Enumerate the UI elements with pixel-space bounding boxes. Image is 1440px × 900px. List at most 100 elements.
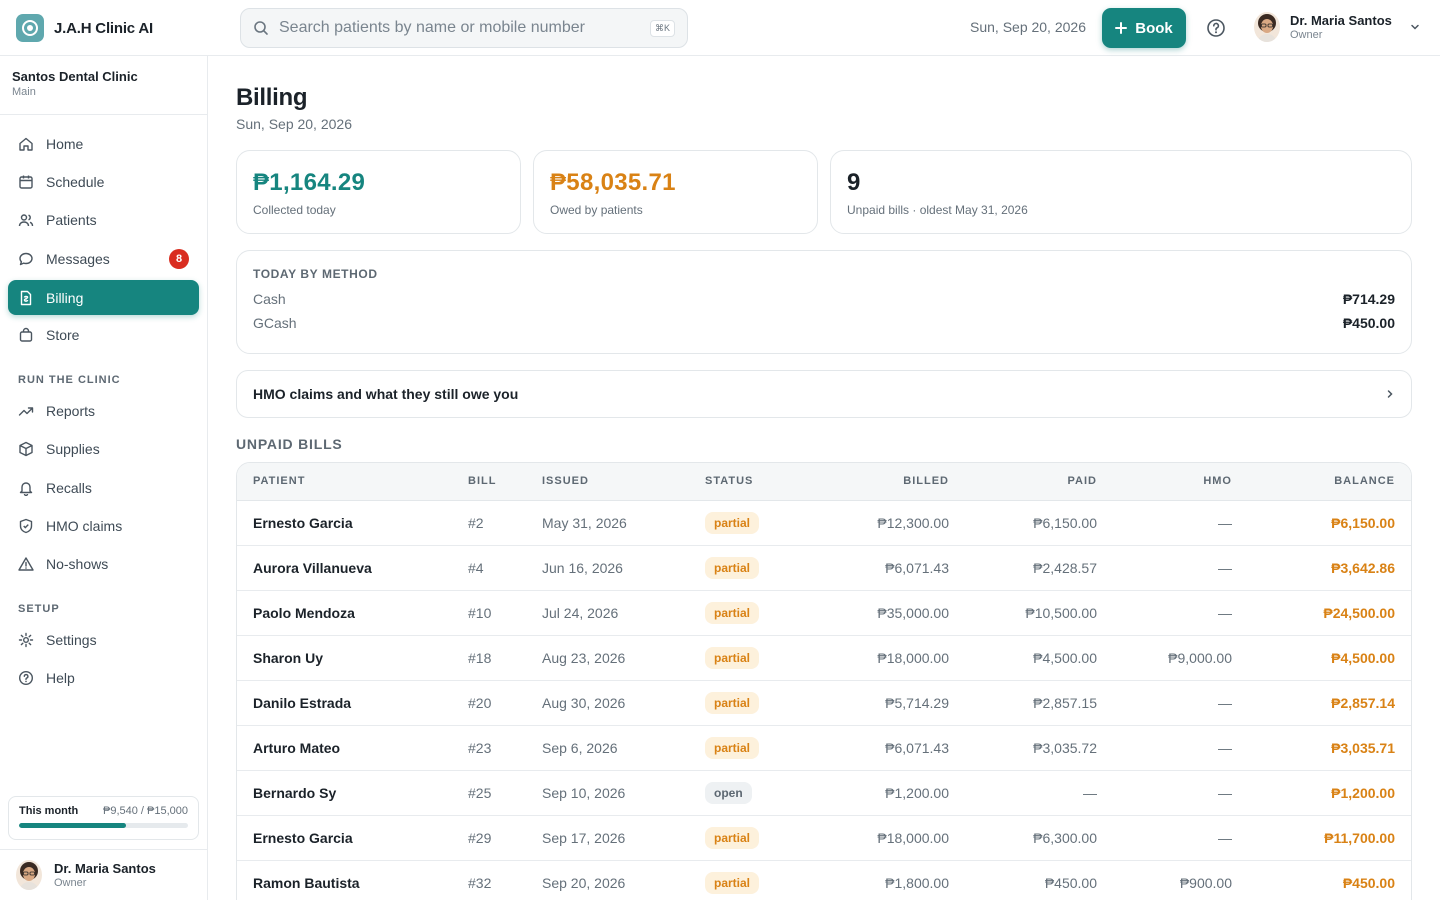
table-row[interactable]: Arturo Mateo #23 Sep 6, 2026 partial ₱6,071.… bbox=[237, 725, 1411, 771]
status-cell: open bbox=[705, 770, 825, 816]
balance-amount: ₱450.00 bbox=[1232, 860, 1411, 900]
issued-date: Sep 6, 2026 bbox=[542, 725, 705, 771]
search-input[interactable]: Search patients by name or mobile number… bbox=[240, 8, 688, 48]
issued-date: Sep 17, 2026 bbox=[542, 815, 705, 861]
status-cell: partial bbox=[705, 725, 825, 771]
table-row[interactable]: Bernardo Sy #25 Sep 10, 2026 open ₱1,200.00—… bbox=[237, 770, 1411, 816]
sidebar-item-messages[interactable]: Messages 8 bbox=[8, 241, 199, 276]
table-row[interactable]: Sharon Uy #18 Aug 23, 2026 partial ₱18,000.0… bbox=[237, 635, 1411, 681]
stat-label: Collected today bbox=[253, 203, 336, 217]
sidebar-item-hmo-claims[interactable]: HMO claims bbox=[8, 508, 199, 543]
shortcut-hint: ⌘K bbox=[649, 19, 675, 37]
column-header[interactable]: ISSUED bbox=[542, 463, 705, 501]
method-name: GCash bbox=[253, 315, 297, 331]
issued-date: Aug 30, 2026 bbox=[542, 680, 705, 726]
stat-label: Owed by patients bbox=[550, 203, 643, 217]
sidebar-item-billing[interactable]: Billing bbox=[8, 280, 199, 315]
patient-name: Arturo Mateo bbox=[237, 725, 468, 771]
bill-number: #18 bbox=[468, 635, 542, 681]
sidebar-item-schedule[interactable]: Schedule bbox=[8, 164, 199, 199]
user-menu[interactable]: Dr. Maria Santos Owner bbox=[1254, 12, 1420, 42]
bill-number: #29 bbox=[468, 815, 542, 861]
hmo-amount: — bbox=[1097, 815, 1232, 861]
column-header[interactable]: STATUS bbox=[705, 463, 825, 501]
sidebar-item-patients[interactable]: Patients bbox=[8, 202, 199, 237]
patient-name: Paolo Mendoza bbox=[237, 590, 468, 636]
hmo-claims-link[interactable]: HMO claims and what they still owe you bbox=[236, 370, 1412, 418]
stat-card-collected: ₱1,164.29 Collected today bbox=[236, 150, 521, 234]
billed-amount: ₱6,071.43 bbox=[825, 545, 949, 591]
column-header[interactable]: HMO bbox=[1097, 463, 1232, 501]
status-cell: partial bbox=[705, 815, 825, 861]
patient-name: Sharon Uy bbox=[237, 635, 468, 681]
month-value: ₱9,540 / ₱15,000 bbox=[102, 805, 188, 817]
book-button[interactable]: Book bbox=[1102, 8, 1186, 48]
sidebar-user[interactable]: Dr. Maria Santos Owner bbox=[0, 849, 207, 900]
sidebar-item-no-shows[interactable]: No-shows bbox=[8, 546, 199, 581]
sidebar-item-label: Billing bbox=[46, 289, 84, 306]
table-row[interactable]: Aurora Villanueva #4 Jun 16, 2026 partial ₱6… bbox=[237, 545, 1411, 591]
column-header[interactable]: BALANCE bbox=[1232, 463, 1411, 501]
clinic-branch: Main bbox=[12, 86, 36, 98]
status-badge: partial bbox=[705, 556, 760, 579]
clinic-switcher[interactable]: Santos Dental Clinic Main bbox=[0, 56, 207, 115]
status-badge: partial bbox=[705, 511, 760, 534]
top-bar: J.A.H Clinic AI Search patients by name … bbox=[0, 0, 1440, 56]
page-date: Sun, Sep 20, 2026 bbox=[236, 116, 352, 132]
column-header[interactable]: PATIENT bbox=[237, 463, 468, 501]
status-cell: partial bbox=[705, 500, 825, 546]
sidebar-item-help[interactable]: Help bbox=[8, 660, 199, 695]
patient-name: Aurora Villanueva bbox=[237, 545, 468, 591]
sidebar-item-label: Schedule bbox=[46, 173, 105, 190]
sidebar-item-label: Supplies bbox=[46, 440, 100, 457]
monthly-goal-card: This month ₱9,540 / ₱15,000 bbox=[8, 796, 199, 840]
hmo-amount: — bbox=[1097, 770, 1232, 816]
sidebar-item-recalls[interactable]: Recalls bbox=[8, 470, 199, 505]
shield-icon bbox=[19, 518, 33, 533]
brand[interactable]: J.A.H Clinic AI bbox=[16, 14, 153, 42]
status-cell: partial bbox=[705, 680, 825, 726]
table-row[interactable]: Ernesto Garcia #29 Sep 17, 2026 partial ₱18,… bbox=[237, 815, 1411, 861]
table-row[interactable]: Ramon Bautista #32 Sep 20, 2026 partial ₱1,8… bbox=[237, 860, 1411, 900]
status-badge: partial bbox=[705, 736, 760, 759]
sidebar-item-reports[interactable]: Reports bbox=[8, 393, 199, 428]
bill-number: #25 bbox=[468, 770, 542, 816]
paid-amount: ₱3,035.72 bbox=[949, 725, 1097, 771]
plus-icon bbox=[1115, 22, 1128, 34]
column-header[interactable]: PAID bbox=[949, 463, 1097, 501]
sidebar-item-label: Messages bbox=[46, 250, 110, 267]
table-row[interactable]: Ernesto Garcia #2 May 31, 2026 partial ₱12,3… bbox=[237, 500, 1411, 546]
chevron-down-icon bbox=[1411, 24, 1419, 30]
clinic-name: Santos Dental Clinic bbox=[12, 69, 138, 84]
table-row[interactable]: Danilo Estrada #20 Aug 30, 2026 partial ₱5,7… bbox=[237, 680, 1411, 726]
stat-value: 9 bbox=[847, 169, 861, 196]
current-date: Sun, Sep 20, 2026 bbox=[970, 19, 1086, 35]
sidebar-item-label: Patients bbox=[46, 211, 97, 228]
sidebar-item-supplies[interactable]: Supplies bbox=[8, 431, 199, 466]
unpaid-bills-heading: UNPAID BILLS bbox=[236, 436, 343, 452]
status-badge: partial bbox=[705, 646, 760, 669]
column-header[interactable]: BILL bbox=[468, 463, 542, 501]
sidebar-item-home[interactable]: Home bbox=[8, 126, 199, 161]
table-row[interactable]: Paolo Mendoza #10 Jul 24, 2026 partial ₱35,0… bbox=[237, 590, 1411, 636]
sidebar-item-settings[interactable]: Settings bbox=[8, 622, 199, 657]
billed-amount: ₱1,200.00 bbox=[825, 770, 949, 816]
balance-amount: ₱3,642.86 bbox=[1232, 545, 1411, 591]
balance-amount: ₱24,500.00 bbox=[1232, 590, 1411, 636]
message-icon bbox=[19, 252, 33, 265]
help-icon[interactable] bbox=[1206, 18, 1226, 38]
users-icon bbox=[18, 213, 34, 226]
patient-name: Bernardo Sy bbox=[237, 770, 468, 816]
patient-name: Ernesto Garcia bbox=[237, 500, 468, 546]
paid-amount: ₱6,300.00 bbox=[949, 815, 1097, 861]
avatar bbox=[16, 860, 42, 890]
box-icon bbox=[19, 441, 33, 456]
column-header[interactable]: BILLED bbox=[825, 463, 949, 501]
method-name: Cash bbox=[253, 291, 286, 307]
sidebar-item-store[interactable]: Store bbox=[8, 317, 199, 352]
billed-amount: ₱1,800.00 bbox=[825, 860, 949, 900]
hmo-amount: — bbox=[1097, 545, 1232, 591]
balance-amount: ₱4,500.00 bbox=[1232, 635, 1411, 681]
method-row-gcash: GCash ₱450.00 bbox=[253, 315, 1395, 331]
patient-name: Danilo Estrada bbox=[237, 680, 468, 726]
